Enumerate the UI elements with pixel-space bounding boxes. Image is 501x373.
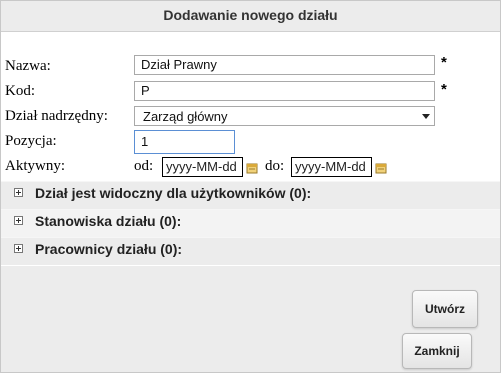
to-label: do: [265, 158, 285, 174]
active-label: Aktywny: [5, 158, 65, 174]
create-button[interactable]: Utwórz [412, 290, 478, 328]
expand-icon[interactable] [14, 216, 23, 225]
section-employees[interactable]: Pracownicy działu (0): [1, 237, 500, 265]
expand-icon[interactable] [14, 244, 23, 253]
date-to-input[interactable]: yyyy-MM-dd [291, 157, 372, 177]
name-required-marker: * [441, 54, 447, 71]
parent-department-value: Zarząd główny [143, 109, 228, 124]
parent-department-label: Dział nadrzędny: [5, 108, 108, 124]
code-input[interactable]: P [134, 81, 435, 101]
close-button[interactable]: Zamknij [402, 333, 472, 369]
name-label: Nazwa: [5, 58, 51, 74]
expand-icon[interactable] [14, 188, 23, 197]
section-positions[interactable]: Stanowiska działu (0): [1, 209, 500, 237]
dialog-window: Dodawanie nowego działu Nazwa: Dział Pra… [0, 0, 501, 373]
section-label: Stanowiska działu (0): [35, 213, 182, 229]
section-label: Pracownicy działu (0): [35, 241, 183, 257]
section-label: Dział jest widoczny dla użytkowników (0)… [35, 185, 312, 201]
from-label: od: [134, 158, 154, 174]
code-label: Kod: [5, 83, 35, 99]
button-area: Utwórz Zamknij [1, 266, 500, 372]
dropdown-arrow-icon [422, 114, 430, 119]
name-input[interactable]: Dział Prawny [134, 55, 435, 75]
section-visible-to-users[interactable]: Dział jest widoczny dla użytkowników (0)… [1, 181, 500, 209]
dialog-titlebar: Dodawanie nowego działu [1, 1, 500, 32]
position-label: Pozycja: [5, 133, 57, 149]
code-required-marker: * [441, 81, 447, 98]
dialog-title: Dodawanie nowego działu [163, 7, 338, 23]
position-input[interactable]: 1 [134, 130, 235, 154]
date-from-input[interactable]: yyyy-MM-dd [162, 157, 243, 177]
calendar-icon[interactable] [246, 162, 258, 174]
parent-department-select[interactable]: Zarząd główny [134, 106, 435, 126]
calendar-icon[interactable] [375, 162, 387, 174]
